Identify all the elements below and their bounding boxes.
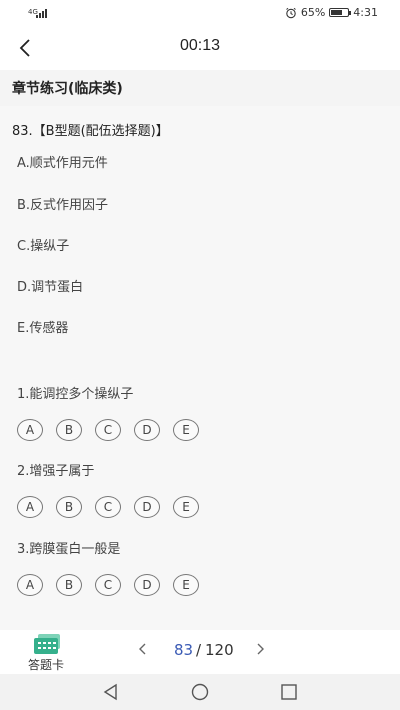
answer-card-button[interactable]: 答题卡 — [20, 632, 72, 672]
sub-question-3: 3.跨膜蛋白一般是 — [17, 542, 121, 557]
timer: 00:13 — [179, 37, 221, 54]
section-title: 章节练习(临床类) — [12, 81, 123, 97]
choice-1-b[interactable]: B — [56, 419, 82, 441]
alarm-icon — [286, 7, 296, 18]
answer-card-label: 答题卡 — [27, 658, 64, 672]
status-right: 65% 4:31 — [285, 6, 378, 19]
signal-icon — [36, 9, 47, 18]
choice-1-d[interactable]: D — [134, 419, 160, 441]
bottom-bar: 答题卡 83 / 120 — [0, 630, 400, 674]
system-nav-bar — [0, 674, 400, 710]
chevron-left-icon[interactable] — [137, 642, 149, 656]
choice-3-e[interactable]: E — [173, 574, 199, 596]
choice-2-b[interactable]: B — [56, 496, 82, 518]
app-header: 00:13 — [0, 26, 400, 70]
choice-group-2: A B C D E — [17, 496, 199, 518]
option-c[interactable]: C.操纵子 — [17, 235, 69, 254]
total-pages: 120 — [205, 641, 234, 659]
battery-percent: 65% — [300, 6, 326, 19]
choice-group-3: A B C D E — [17, 574, 199, 596]
battery-icon — [329, 8, 352, 17]
square-recent-icon[interactable] — [280, 683, 298, 701]
choice-1-e[interactable]: E — [173, 419, 199, 441]
sub-question-2: 2.增强子属于 — [17, 464, 95, 479]
choice-3-a[interactable]: A — [17, 574, 43, 596]
triangle-back-icon[interactable] — [102, 683, 120, 701]
circle-home-icon[interactable] — [191, 683, 209, 701]
page-separator: / — [196, 641, 202, 659]
choice-3-d[interactable]: D — [134, 574, 160, 596]
choice-3-b[interactable]: B — [56, 574, 82, 596]
content-area: 章节练习(临床类) 83.【B型题(配伍选择题)】 A.顺式作用元件 B.反式作… — [0, 70, 400, 630]
question-card: 83.【B型题(配伍选择题)】 A.顺式作用元件 B.反式作用因子 C.操纵子 … — [0, 106, 400, 630]
answer-card-icon — [34, 634, 60, 654]
clock: 4:31 — [353, 6, 378, 19]
choice-2-c[interactable]: C — [95, 496, 121, 518]
choice-2-e[interactable]: E — [173, 496, 199, 518]
choice-3-c[interactable]: C — [95, 574, 121, 596]
current-page: 83 — [174, 641, 194, 659]
option-d[interactable]: D.调节蛋白 — [17, 276, 83, 295]
choice-1-c[interactable]: C — [95, 419, 121, 441]
option-a[interactable]: A.顺式作用元件 — [17, 152, 108, 171]
option-b[interactable]: B.反式作用因子 — [17, 194, 108, 213]
status-bar: 4G 65% 4:31 — [0, 0, 400, 26]
choice-2-d[interactable]: D — [134, 496, 160, 518]
chevron-right-icon[interactable] — [254, 642, 266, 656]
choice-group-1: A B C D E — [17, 419, 199, 441]
choice-2-a[interactable]: A — [17, 496, 43, 518]
question-title: 83.【B型题(配伍选择题)】 — [12, 124, 169, 139]
sub-question-1: 1.能调控多个操纵子 — [17, 387, 134, 402]
choice-1-a[interactable]: A — [17, 419, 43, 441]
option-e[interactable]: E.传感器 — [17, 317, 68, 336]
